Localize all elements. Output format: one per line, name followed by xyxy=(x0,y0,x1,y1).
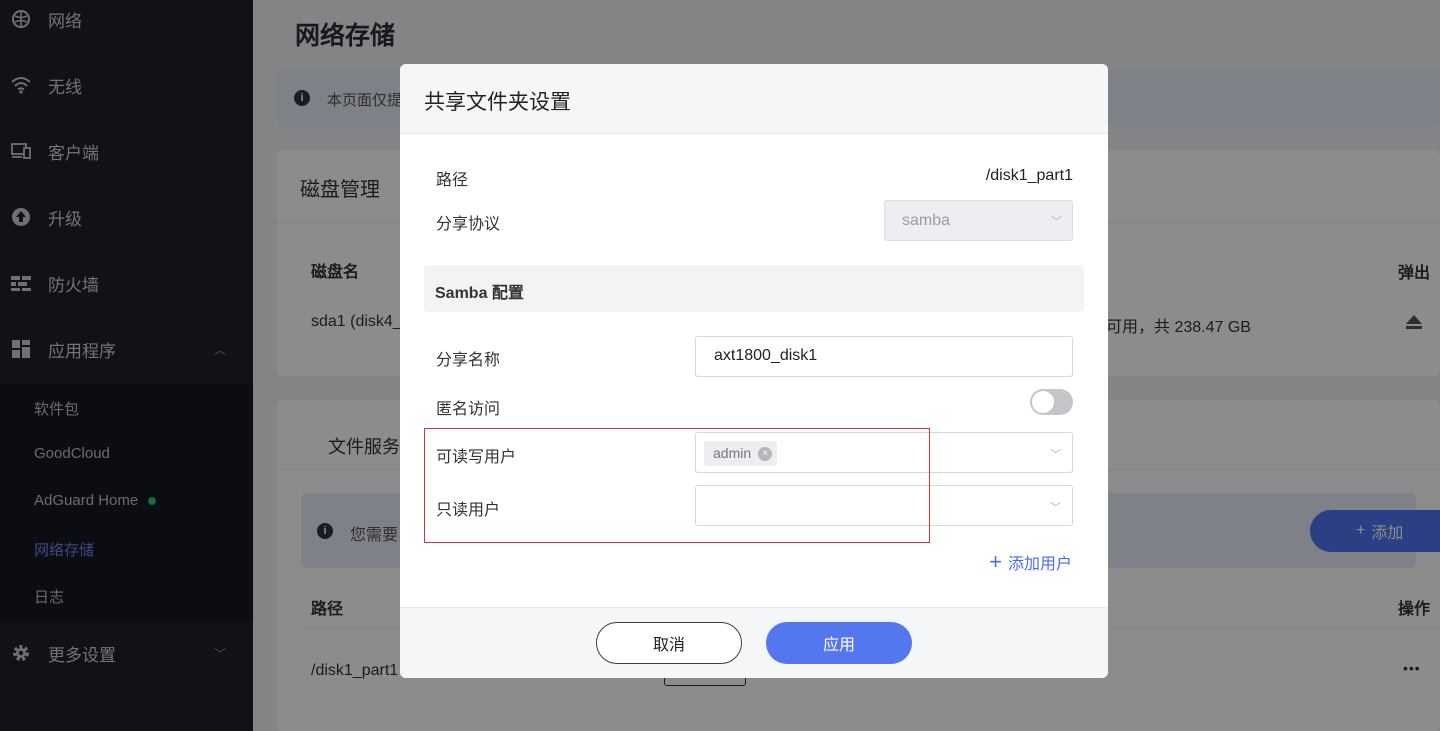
chevron-down-icon: ﹀ xyxy=(1051,216,1062,228)
path-label: 路径 xyxy=(436,172,469,189)
apply-button[interactable]: 应用 xyxy=(766,622,912,664)
dialog-title: 共享文件夹设置 xyxy=(424,91,571,114)
share-name-label: 分享名称 xyxy=(436,352,501,369)
protocol-label: 分享协议 xyxy=(436,216,501,233)
share-name-value: axt1800_disk1 xyxy=(714,347,818,364)
protocol-select: samba ﹀ xyxy=(884,200,1073,241)
protocol-value: samba xyxy=(902,212,951,229)
anonymous-toggle[interactable] xyxy=(1030,389,1073,415)
chevron-down-icon: ﹀ xyxy=(1050,449,1061,461)
cancel-button[interactable]: 取消 xyxy=(596,622,742,664)
anonymous-label: 匿名访问 xyxy=(436,401,501,418)
dialog-footer: 取消 应用 xyxy=(400,607,1108,678)
section-title: Samba 配置 xyxy=(435,285,524,302)
highlight-annotation xyxy=(424,428,930,543)
path-value: /disk1_part1 xyxy=(985,167,1073,184)
dialog-header: 共享文件夹设置 xyxy=(400,64,1108,134)
add-user-link[interactable]: + 添加用户 xyxy=(989,550,1072,574)
plus-icon: + xyxy=(989,549,1002,574)
share-name-input[interactable]: axt1800_disk1 xyxy=(695,336,1073,377)
samba-section-header: Samba 配置 xyxy=(424,265,1084,312)
chevron-down-icon: ﹀ xyxy=(1050,502,1061,514)
add-user-label: 添加用户 xyxy=(1007,556,1072,573)
share-folder-dialog: 共享文件夹设置 路径 /disk1_part1 分享协议 samba ﹀ Sam… xyxy=(400,64,1108,678)
toggle-knob xyxy=(1032,391,1054,413)
